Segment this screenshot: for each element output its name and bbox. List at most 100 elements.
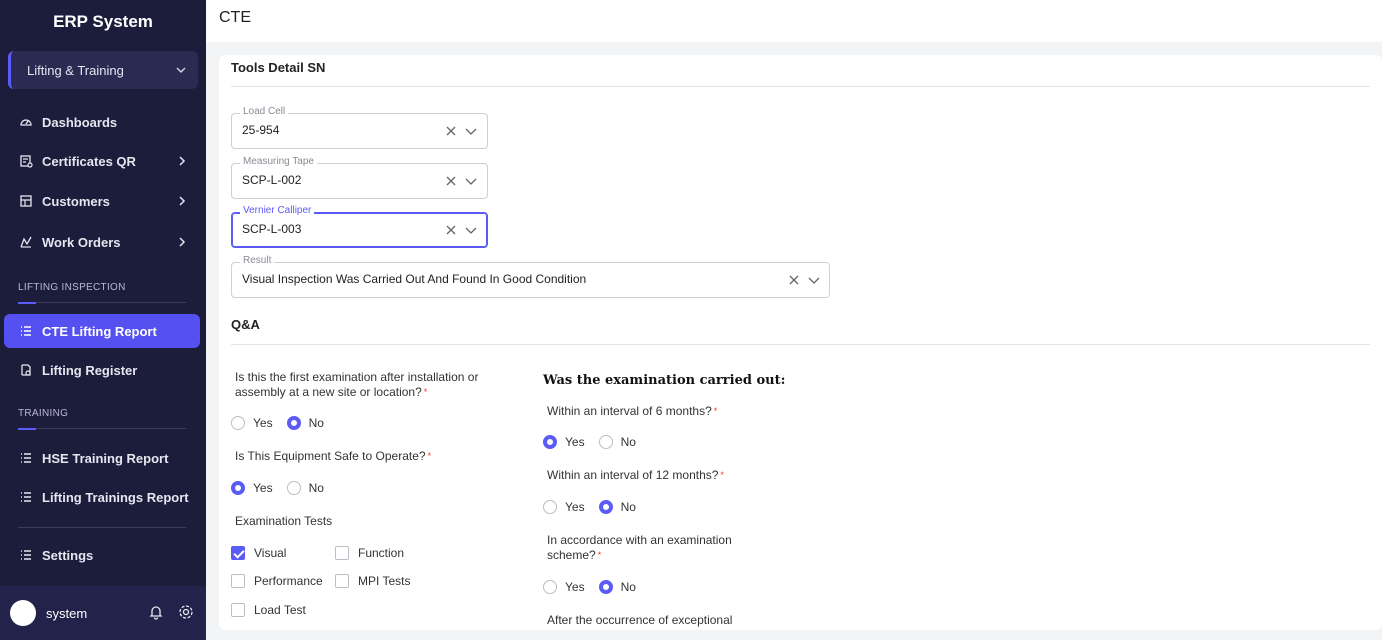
checkbox-box[interactable] bbox=[231, 546, 245, 560]
user-name: system bbox=[46, 605, 88, 621]
field-label: Result bbox=[240, 255, 275, 266]
sidebar-item-customers[interactable]: Customers bbox=[4, 184, 200, 218]
field-label: Vernier Calliper bbox=[240, 205, 315, 216]
radio-circle[interactable] bbox=[543, 580, 557, 594]
customers-icon bbox=[18, 193, 34, 209]
required-mark: * bbox=[597, 550, 602, 560]
examination-tests-label: Examination Tests bbox=[235, 514, 333, 528]
chevron-down-icon[interactable] bbox=[464, 224, 478, 236]
radio-no[interactable]: No bbox=[286, 416, 324, 430]
radio-circle[interactable] bbox=[286, 481, 301, 495]
section-divider bbox=[18, 427, 186, 430]
close-icon[interactable] bbox=[445, 125, 457, 137]
required-mark: * bbox=[423, 387, 428, 397]
chevron-right-icon bbox=[179, 156, 186, 166]
question-6-months: Within an interval of 6 months? * bbox=[547, 404, 718, 418]
radio-group-first-examination: Yes No bbox=[231, 416, 338, 430]
checkbox-function[interactable]: Function bbox=[335, 546, 404, 560]
module-select[interactable]: Lifting & Training bbox=[8, 51, 198, 89]
checkbox-box[interactable] bbox=[231, 574, 245, 588]
radio-circle[interactable] bbox=[286, 416, 301, 430]
radio-yes[interactable]: Yes bbox=[231, 481, 273, 495]
radio-circle[interactable] bbox=[231, 416, 245, 430]
chevron-down-icon bbox=[176, 67, 186, 74]
chevron-down-icon[interactable] bbox=[464, 175, 478, 187]
section-divider bbox=[231, 344, 1370, 345]
radio-no[interactable]: No bbox=[286, 481, 324, 495]
avatar[interactable] bbox=[10, 600, 36, 626]
chevron-right-icon bbox=[179, 196, 186, 206]
module-select-value: Lifting & Training bbox=[27, 62, 124, 78]
chevron-right-icon bbox=[179, 237, 186, 247]
result-select[interactable]: Result Visual Inspection Was Carried Out… bbox=[231, 255, 830, 298]
measuring-tape-select[interactable]: Measuring Tape SCP-L-002 bbox=[231, 156, 488, 199]
sidebar-item-label: Lifting Trainings Report bbox=[42, 489, 189, 505]
vernier-calliper-select[interactable]: Vernier Calliper SCP-L-003 bbox=[231, 205, 488, 248]
sidebar-item-lifting-trainings-report[interactable]: Lifting Trainings Report bbox=[4, 480, 200, 514]
register-icon bbox=[18, 362, 34, 378]
sidebar-item-certificates-qr[interactable]: Certificates QR bbox=[4, 144, 200, 178]
checkbox-load-test[interactable]: Load Test bbox=[231, 603, 306, 617]
radio-yes[interactable]: Yes bbox=[543, 435, 585, 449]
checkbox-mpi-tests[interactable]: MPI Tests bbox=[335, 574, 410, 588]
checkbox-box[interactable] bbox=[231, 603, 245, 617]
radio-circle[interactable] bbox=[598, 580, 613, 594]
sidebar-item-hse-training-report[interactable]: HSE Training Report bbox=[4, 441, 200, 475]
checkbox-box[interactable] bbox=[335, 574, 349, 588]
sidebar: ERP System Lifting & Training Dashboards… bbox=[0, 0, 206, 640]
list-icon bbox=[18, 489, 34, 505]
qa-title: Q&A bbox=[231, 317, 260, 332]
certificate-icon bbox=[18, 153, 34, 169]
sidebar-divider bbox=[18, 527, 186, 528]
required-mark: * bbox=[713, 406, 718, 416]
gear-icon[interactable] bbox=[178, 604, 194, 620]
radio-no[interactable]: No bbox=[598, 500, 636, 514]
radio-group-examination-scheme: Yes No bbox=[543, 580, 650, 594]
load-cell-select[interactable]: Load Cell 25-954 bbox=[231, 106, 488, 149]
dashboard-icon bbox=[18, 114, 34, 130]
radio-circle[interactable] bbox=[543, 500, 557, 514]
sidebar-item-label: Certificates QR bbox=[42, 153, 136, 169]
close-icon[interactable] bbox=[445, 224, 457, 236]
sidebar-item-label: Customers bbox=[42, 193, 110, 209]
top-bar: CTE bbox=[206, 0, 1382, 42]
checkbox-visual[interactable]: Visual bbox=[231, 546, 286, 560]
radio-circle[interactable] bbox=[598, 435, 613, 449]
radio-no[interactable]: No bbox=[598, 580, 636, 594]
sidebar-item-label: Dashboards bbox=[42, 114, 118, 130]
list-icon bbox=[18, 547, 34, 563]
radio-circle[interactable] bbox=[598, 500, 613, 514]
field-value: Visual Inspection Was Carried Out And Fo… bbox=[242, 272, 587, 286]
sidebar-item-settings[interactable]: Settings bbox=[4, 538, 200, 572]
checkbox-box[interactable] bbox=[335, 546, 349, 560]
bell-icon[interactable] bbox=[148, 604, 164, 620]
question-first-examination: Is this the first examination after inst… bbox=[235, 370, 479, 399]
sidebar-item-cte-lifting-report[interactable]: CTE Lifting Report bbox=[4, 314, 200, 348]
radio-circle[interactable] bbox=[543, 435, 557, 449]
field-value: SCP-L-002 bbox=[242, 173, 302, 187]
close-icon[interactable] bbox=[445, 175, 457, 187]
required-mark: * bbox=[720, 470, 724, 480]
chevron-down-icon[interactable] bbox=[464, 125, 478, 137]
sidebar-item-lifting-register[interactable]: Lifting Register bbox=[4, 353, 200, 387]
sidebar-item-label: Settings bbox=[42, 547, 94, 563]
sidebar-item-work-orders[interactable]: Work Orders bbox=[4, 225, 200, 259]
question-12-months: Within an interval of 12 months? * bbox=[547, 468, 724, 482]
sidebar-item-dashboards[interactable]: Dashboards bbox=[4, 105, 200, 139]
section-label-lifting-inspection: LIFTING INSPECTION bbox=[18, 282, 126, 293]
radio-yes[interactable]: Yes bbox=[543, 580, 585, 594]
tools-detail-title: Tools Detail SN bbox=[231, 60, 326, 75]
radio-group-safe-to-operate: Yes No bbox=[231, 481, 338, 495]
section-divider bbox=[18, 301, 186, 304]
radio-yes[interactable]: Yes bbox=[543, 500, 585, 514]
radio-no[interactable]: No bbox=[598, 435, 636, 449]
cte-form-card: Tools Detail SN Load Cell 25-954 Measuri… bbox=[219, 55, 1382, 630]
user-bar: system bbox=[0, 586, 206, 640]
checkbox-performance[interactable]: Performance bbox=[231, 574, 323, 588]
required-mark: * bbox=[427, 451, 432, 461]
close-icon[interactable] bbox=[788, 274, 800, 286]
radio-yes[interactable]: Yes bbox=[231, 416, 273, 430]
radio-circle[interactable] bbox=[231, 481, 245, 495]
field-value: SCP-L-003 bbox=[242, 222, 302, 236]
chevron-down-icon[interactable] bbox=[807, 274, 821, 286]
